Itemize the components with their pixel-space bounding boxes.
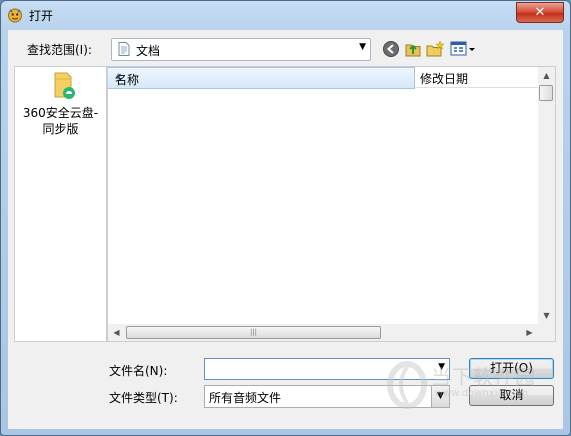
back-icon[interactable]: [382, 40, 400, 58]
cancel-button[interactable]: 取消: [469, 385, 554, 406]
file-type-select[interactable]: 所有音频文件 ▼: [204, 385, 450, 408]
up-folder-icon[interactable]: [404, 40, 422, 58]
look-in-dropdown[interactable]: 文档 ▼: [111, 38, 371, 61]
column-header-name[interactable]: ▲ 名称: [108, 67, 415, 89]
chevron-down-icon[interactable]: ▼: [431, 386, 449, 407]
vertical-scroll-thumb[interactable]: [539, 85, 553, 101]
documents-icon: [118, 42, 130, 56]
file-type-value: 所有音频文件: [209, 391, 282, 405]
place-label: 360安全云盘-同步版: [22, 106, 99, 136]
vertical-scrollbar[interactable]: ▲ ▼: [538, 67, 555, 341]
horizontal-scrollbar[interactable]: ◀ ||| ▶: [108, 324, 538, 341]
open-dialog: 打开 ✕ 查找范围(I): 文档 ▼ 360安全云盘-同步版 ▲ 名称 修改日期…: [0, 0, 571, 436]
column-header-date-label: 修改日期: [420, 72, 469, 86]
horizontal-scroll-thumb[interactable]: |||: [126, 326, 381, 339]
title-bar[interactable]: 打开 ✕: [1, 1, 570, 29]
window-title: 打开: [29, 9, 54, 23]
places-bar: 360安全云盘-同步版: [14, 66, 107, 342]
scroll-up-arrow[interactable]: ▲: [538, 67, 555, 84]
chevron-down-icon[interactable]: ▼: [438, 362, 445, 372]
close-button[interactable]: ✕: [516, 2, 564, 23]
scroll-down-arrow[interactable]: ▼: [538, 307, 555, 324]
file-type-label: 文件类型(T):: [109, 391, 178, 405]
column-header-name-label: 名称: [115, 73, 140, 87]
column-header-date[interactable]: 修改日期: [415, 67, 538, 88]
new-folder-icon[interactable]: [426, 40, 444, 58]
file-name-label: 文件名(N):: [109, 364, 168, 378]
dialog-body: 查找范围(I): 文档 ▼ 360安全云盘-同步版 ▲ 名称 修改日期 ▲ ▼ …: [8, 30, 563, 429]
chevron-down-icon: ▼: [359, 42, 366, 52]
scroll-left-arrow[interactable]: ◀: [108, 324, 125, 341]
list-header: ▲ 名称 修改日期: [108, 67, 538, 89]
cloud-folder-icon: [54, 72, 75, 99]
scroll-right-arrow[interactable]: ▶: [521, 324, 538, 341]
look-in-label: 查找范围(I):: [27, 43, 92, 57]
app-icon: [8, 8, 22, 23]
open-button[interactable]: 打开(O): [469, 358, 554, 379]
file-list[interactable]: ▲ 名称 修改日期 ▲ ▼ ◀ ||| ▶: [107, 66, 556, 342]
views-menu-icon[interactable]: [450, 40, 478, 58]
file-name-input[interactable]: ▼: [204, 358, 450, 380]
look-in-value: 文档: [136, 44, 161, 58]
